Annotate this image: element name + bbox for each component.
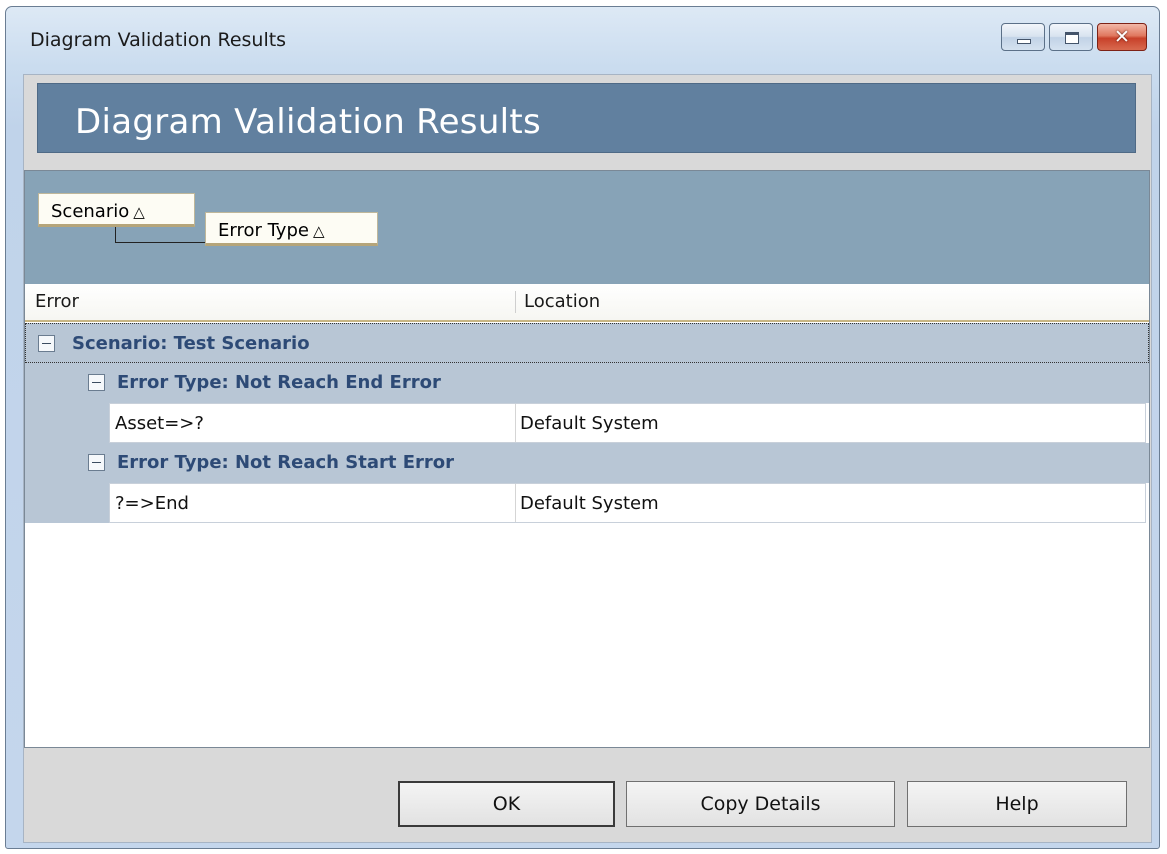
minimize-icon (1017, 39, 1031, 44)
table-row[interactable]: Asset=>? Default System (109, 403, 1146, 443)
column-divider (515, 404, 516, 442)
close-icon: ✕ (1114, 26, 1130, 48)
sort-ascending-icon: △ (133, 203, 145, 221)
column-header-location[interactable]: Location (515, 291, 600, 313)
header-banner: Diagram Validation Results (37, 83, 1136, 153)
group-label: Error Type: Not Reach End Error (117, 372, 441, 393)
indent-spacer (25, 483, 109, 523)
group-label: Scenario: Test Scenario (72, 333, 310, 354)
copy-details-button[interactable]: Copy Details (626, 781, 895, 827)
group-connector (115, 242, 205, 243)
group-row-error-type[interactable]: Error Type: Not Reach Start Error (25, 443, 1149, 483)
maximize-button[interactable] (1049, 23, 1093, 51)
banner-title: Diagram Validation Results (75, 102, 542, 142)
table-row[interactable]: ?=>End Default System (109, 483, 1146, 523)
collapse-icon[interactable] (88, 374, 105, 391)
group-by-area: Scenario △ Error Type △ (25, 171, 1149, 284)
sort-ascending-icon: △ (312, 222, 325, 240)
cell-error: ?=>End (115, 493, 189, 514)
collapse-icon[interactable] (88, 454, 105, 471)
cell-location: Default System (520, 493, 659, 514)
caption-buttons: ✕ (1001, 23, 1147, 53)
column-divider (515, 484, 516, 522)
window-title: Diagram Validation Results (30, 29, 287, 51)
maximize-icon (1065, 32, 1079, 44)
group-row-error-type[interactable]: Error Type: Not Reach End Error (25, 363, 1149, 403)
group-row-scenario[interactable]: Scenario: Test Scenario (25, 323, 1149, 363)
minimize-button[interactable] (1001, 23, 1045, 51)
cell-error: Asset=>? (115, 413, 204, 434)
dialog-client-area: Diagram Validation Results Scenario △ Err… (23, 74, 1152, 843)
group-by-error-type-label: Error Type (218, 220, 309, 241)
ok-button[interactable]: OK (398, 781, 615, 827)
dialog-window: Diagram Validation Results ✕ Diagram Val… (5, 6, 1160, 849)
collapse-icon[interactable] (38, 335, 55, 352)
indent-spacer (25, 403, 109, 443)
close-button[interactable]: ✕ (1097, 23, 1147, 51)
results-grid: Scenario △ Error Type △ Error Location Sce… (24, 170, 1150, 748)
group-by-scenario-label: Scenario (51, 201, 130, 222)
help-button[interactable]: Help (907, 781, 1127, 827)
group-connector (115, 227, 116, 243)
grid-header: Error Location (25, 284, 1149, 322)
group-by-error-type-chip[interactable]: Error Type △ (205, 212, 378, 246)
cell-location: Default System (520, 413, 659, 434)
column-header-error[interactable]: Error (35, 284, 79, 320)
group-by-scenario-chip[interactable]: Scenario △ (38, 193, 195, 227)
group-label: Error Type: Not Reach Start Error (117, 452, 455, 473)
